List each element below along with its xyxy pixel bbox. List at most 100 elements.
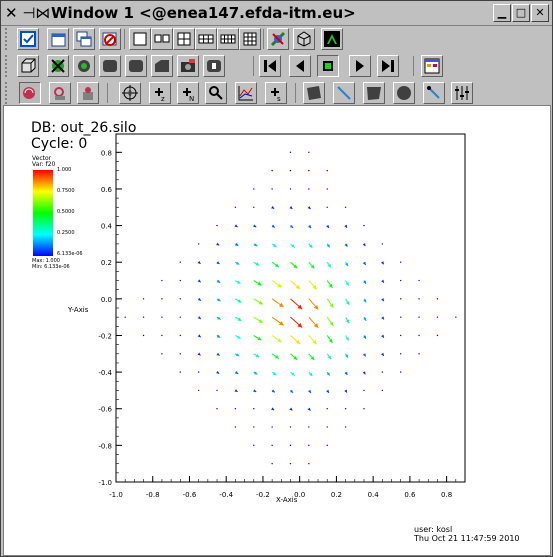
vector-arrowhead [197,297,201,301]
visualization-canvas[interactable]: DB: out_26.silo Cycle: 0 Vector Var: f20… [3,105,551,556]
invert-background-button[interactable] [321,28,343,50]
copy-window-button[interactable] [73,28,95,50]
vector-point [308,151,310,154]
pick-node-button[interactable]: N [177,82,199,104]
pick-mode-button[interactable] [119,82,141,104]
vector-point [289,151,292,154]
visit-window: ✕ ⊣⋈ Window 1 <@enea147.efda-itm.eu> ▁ □… [0,0,553,557]
vector-point [179,353,181,355]
toolbar-row-3: z N s [1,80,552,106]
plot-volume-button[interactable] [151,55,173,77]
zoom-mode-button[interactable] [49,82,71,104]
layout-2x3-button[interactable] [195,28,217,50]
maximize-button[interactable]: □ [512,4,530,22]
spin-mode-button[interactable] [293,28,315,50]
plane-tool-button[interactable] [363,82,385,104]
y-tick-label: -1.0 [98,479,112,487]
play-button[interactable] [349,55,371,77]
vector-point [253,408,255,410]
lock-view-button[interactable] [267,28,289,50]
navigate-mode-button[interactable] [19,82,41,104]
plot-contour-button[interactable] [99,55,121,77]
vector-arrowhead [381,298,384,302]
window-menu-icon[interactable]: ✕ ⊣⋈ [5,4,50,22]
vector-point [455,316,457,318]
pick-sample-button[interactable]: s [265,82,287,104]
vector-arrowhead [289,389,294,393]
toolbar-grip[interactable] [5,28,15,50]
vector-arrowhead [381,279,384,283]
vector-point [326,188,328,190]
vector-point [308,444,310,447]
vector-plot[interactable]: 0.8 0.6 0.4 0.2 0.0 -0.2 -0.4 -0.6 -0.8 -1.0 -1.0 -… [4,106,550,555]
close-button[interactable]: ✕ [531,4,549,22]
plot-pseudocolor-button[interactable] [73,55,95,77]
plot-box-button[interactable] [17,55,39,77]
vector-point [142,298,145,300]
vector-point [234,426,237,428]
vector-arrowhead [271,205,275,209]
y-tick-label: 0.2 [101,259,112,267]
first-frame-button[interactable] [259,55,281,77]
zoom-tool-button[interactable] [205,82,227,104]
vector-arrowhead [197,316,201,319]
axis-restriction-button[interactable] [451,82,473,104]
y-tick-label: -0.4 [98,369,112,377]
x-tick-label: -0.6 [183,491,197,499]
vector-point [326,206,328,208]
annotation-button[interactable] [421,55,443,77]
vector-point [363,389,365,392]
vector-point [271,188,273,190]
layout-3x3-button[interactable] [239,28,261,50]
toolbar-separator [253,56,254,76]
delete-window-button[interactable] [99,28,121,50]
layout-2x4-button[interactable] [217,28,239,50]
vector-point [234,408,237,410]
vector-arrowhead [216,370,220,374]
last-frame-button[interactable] [377,55,399,77]
minimize-button[interactable]: ▁ [493,4,511,22]
toolbar-separator [295,83,296,103]
box-tool-button[interactable] [303,82,325,104]
x-tick-label: 0.2 [331,491,342,499]
vector-arrowhead [362,371,366,375]
vector-point [326,408,328,410]
save-image-button[interactable] [177,55,199,77]
new-window-button[interactable] [47,28,69,50]
vector-arrowhead [197,352,201,356]
curve-plot-button[interactable] [235,82,257,104]
layout-2x2-button[interactable] [173,28,195,50]
vector-point [289,426,292,428]
lineout-mode-button[interactable] [77,82,99,104]
vector-arrowhead [362,243,366,247]
plot-label-button[interactable] [203,55,225,77]
line-tool-button[interactable] [333,82,355,104]
toolbar-grip[interactable] [5,55,15,77]
vector-point [326,426,328,428]
vector-point [308,426,310,428]
plot-mesh-button[interactable] [47,55,69,77]
stop-button[interactable] [317,55,339,77]
plot-vector-button[interactable] [125,55,147,77]
vector-point [179,334,181,337]
toolbar-grip[interactable] [5,82,15,104]
toolbar-separator [413,56,414,76]
reverse-play-button[interactable] [289,55,311,77]
vector-point [161,334,163,337]
vector-arrowhead [289,224,294,228]
vector-arrowhead [253,389,257,392]
layout-1x1-button[interactable] [129,28,151,50]
vector-arrowhead [329,321,334,326]
layout-1x2-button[interactable] [151,28,173,50]
vector-point [271,169,273,172]
title-bar[interactable]: ✕ ⊣⋈ Window 1 <@enea147.efda-itm.eu> ▁ □… [1,1,552,26]
x-tick-label: 0.6 [404,491,416,499]
x-tick-label: -0.8 [146,491,160,499]
vector-arrowhead [307,206,311,210]
vector-point [326,169,328,172]
pick-zone-button[interactable]: z [149,82,171,104]
point-tool-button[interactable] [423,82,445,104]
sphere-tool-button[interactable] [393,82,415,104]
vector-point [363,408,365,410]
select-mode-button[interactable] [17,28,39,50]
